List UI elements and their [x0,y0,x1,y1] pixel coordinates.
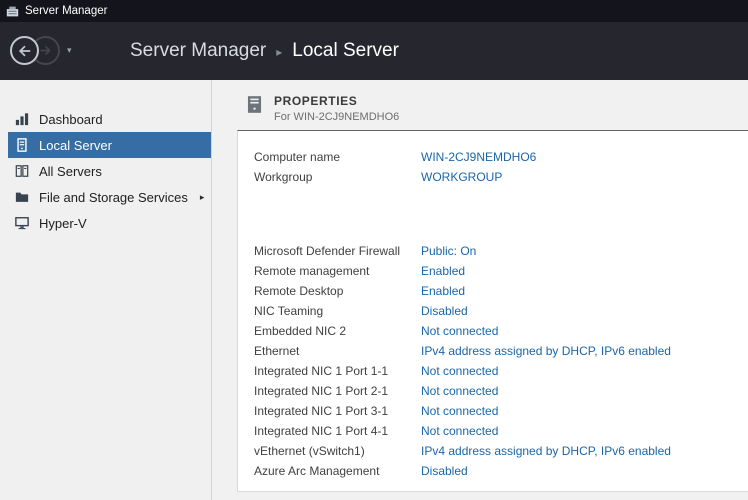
hyper-v-icon [14,216,30,230]
property-value-link[interactable]: Enabled [421,264,465,278]
navigation-bar: ▾ Server Manager ▸ Local Server [0,22,748,80]
property-label: Remote management [254,264,421,278]
sidebar-item-dashboard[interactable]: Dashboard [8,106,211,132]
property-value-link[interactable]: Disabled [421,464,468,478]
sidebar-item-label: Dashboard [39,112,103,127]
back-button[interactable] [10,36,39,65]
nav-history-dropdown-icon[interactable]: ▾ [67,45,72,56]
property-label: NIC Teaming [254,304,421,318]
property-value-link[interactable]: Public: On [421,244,476,258]
property-value-link[interactable]: Not connected [421,404,498,418]
dashboard-icon [14,112,30,126]
breadcrumb-current: Local Server [292,40,399,62]
property-value-link[interactable]: Not connected [421,364,498,378]
property-row-vethernet-vswitch1: vEthernet (vSwitch1) IPv4 address assign… [254,441,748,461]
nav-controls: ▾ [0,22,92,80]
property-value-link[interactable]: IPv4 address assigned by DHCP, IPv6 enab… [421,344,671,358]
breadcrumb-separator-icon: ▸ [276,45,282,59]
property-label: Embedded NIC 2 [254,324,421,338]
sidebar-item-label: Local Server [39,138,112,153]
property-value-link[interactable]: Not connected [421,384,498,398]
breadcrumb-root[interactable]: Server Manager [130,40,266,62]
property-row-remote-management: Remote management Enabled [254,261,748,281]
property-row-nic-teaming: NIC Teaming Disabled [254,301,748,321]
property-value-link[interactable]: Not connected [421,324,498,338]
properties-header: PROPERTIES For WIN-2CJ9NEMDHO6 [245,94,748,123]
sidebar: Dashboard Local Server All Servers File … [0,80,212,500]
property-value-link[interactable]: WIN-2CJ9NEMDHO6 [421,150,536,164]
property-value-link[interactable]: Not connected [421,424,498,438]
property-label: Integrated NIC 1 Port 4-1 [254,424,421,438]
content-area: PROPERTIES For WIN-2CJ9NEMDHO6 Computer … [212,80,748,500]
window-title: Server Manager [25,5,107,17]
all-servers-icon [14,164,30,178]
properties-panel: Computer name WIN-2CJ9NEMDHO6 Workgroup … [237,130,748,492]
sidebar-item-all-servers[interactable]: All Servers [8,158,211,184]
property-value-link[interactable]: Enabled [421,284,465,298]
property-label: Microsoft Defender Firewall [254,244,421,258]
property-value-link[interactable]: IPv4 address assigned by DHCP, IPv6 enab… [421,444,671,458]
property-value-link[interactable]: WORKGROUP [421,170,502,184]
breadcrumb: Server Manager ▸ Local Server [130,40,399,62]
properties-title: PROPERTIES [274,94,399,108]
sidebar-item-label: File and Storage Services [39,190,188,205]
property-label: Integrated NIC 1 Port 3-1 [254,404,421,418]
property-row-workgroup: Workgroup WORKGROUP [254,167,748,187]
property-label: Ethernet [254,344,421,358]
property-row-integrated-nic-1-port-1-1: Integrated NIC 1 Port 1-1 Not connected [254,361,748,381]
property-label: Remote Desktop [254,284,421,298]
submenu-chevron-icon: ▸ [200,192,205,203]
properties-header-text: PROPERTIES For WIN-2CJ9NEMDHO6 [274,94,399,123]
property-row-remote-desktop: Remote Desktop Enabled [254,281,748,301]
property-row-defender-firewall: Microsoft Defender Firewall Public: On [254,241,748,261]
properties-subtitle: For WIN-2CJ9NEMDHO6 [274,111,399,123]
server-manager-icon [6,5,19,18]
sidebar-item-label: All Servers [39,164,102,179]
property-row-ethernet: Ethernet IPv4 address assigned by DHCP, … [254,341,748,361]
property-label: vEthernet (vSwitch1) [254,444,421,458]
property-label: Azure Arc Management [254,464,421,478]
property-row-integrated-nic-1-port-4-1: Integrated NIC 1 Port 4-1 Not connected [254,421,748,441]
sidebar-item-label: Hyper-V [39,216,87,231]
property-row-azure-arc-management: Azure Arc Management Disabled [254,461,748,481]
property-row-integrated-nic-1-port-2-1: Integrated NIC 1 Port 2-1 Not connected [254,381,748,401]
property-row-computer-name: Computer name WIN-2CJ9NEMDHO6 [254,147,748,167]
file-storage-icon [14,190,30,204]
properties-tile-icon [245,95,264,114]
property-row-integrated-nic-1-port-3-1: Integrated NIC 1 Port 3-1 Not connected [254,401,748,421]
main-area: Dashboard Local Server All Servers File … [0,80,748,500]
titlebar: Server Manager [0,0,748,22]
sidebar-item-local-server[interactable]: Local Server [8,132,211,158]
property-row-embedded-nic-2: Embedded NIC 2 Not connected [254,321,748,341]
local-server-icon [14,138,30,152]
sidebar-item-file-and-storage-services[interactable]: File and Storage Services ▸ [8,184,211,210]
property-label: Integrated NIC 1 Port 1-1 [254,364,421,378]
sidebar-item-hyper-v[interactable]: Hyper-V [8,210,211,236]
property-label: Computer name [254,150,421,164]
property-label: Integrated NIC 1 Port 2-1 [254,384,421,398]
property-label: Workgroup [254,170,421,184]
server-manager-window: Server Manager ▾ Server Manager ▸ Local … [0,0,748,500]
property-value-link[interactable]: Disabled [421,304,468,318]
